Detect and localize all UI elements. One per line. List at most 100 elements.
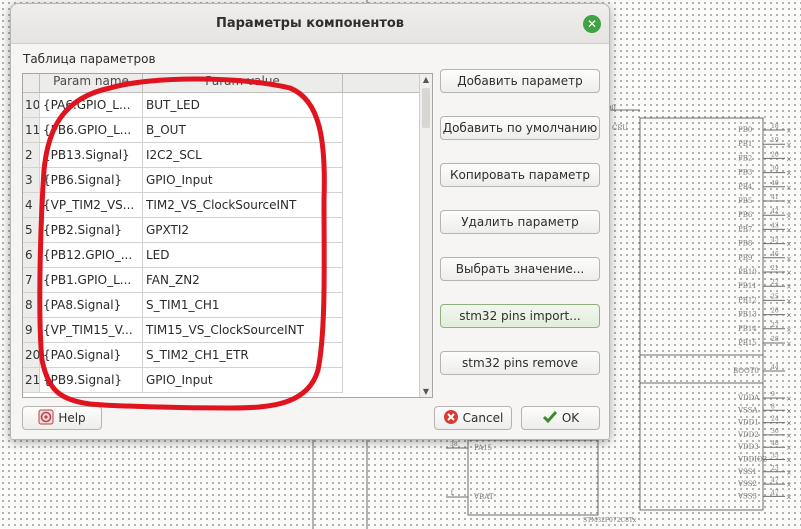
dialog-titlebar[interactable]: Параметры компонентов ✕ bbox=[11, 4, 609, 44]
schematic-pin-number: 36 bbox=[771, 428, 779, 435]
delete-param-button[interactable]: Удалить параметр bbox=[440, 210, 600, 234]
param-name-cell[interactable]: {PB2.Signal} bbox=[40, 218, 143, 243]
row-number: 6 bbox=[23, 243, 40, 268]
row-number: 21 bbox=[23, 368, 40, 393]
param-value-cell[interactable]: GPXTI2 bbox=[143, 218, 343, 243]
copy-param-button[interactable]: Копировать параметр bbox=[440, 163, 600, 187]
param-name-cell[interactable]: {VP_TIM2_VS... bbox=[40, 193, 143, 218]
param-name-cell[interactable]: {PA0.Signal} bbox=[40, 343, 143, 368]
param-name-cell[interactable]: {PA8.Signal} bbox=[40, 293, 143, 318]
schematic-pin-label: PB9 bbox=[738, 254, 752, 262]
table-row[interactable]: 2 {PB13.Signal} I2C2_SCL bbox=[23, 143, 421, 168]
schematic-cpu-label: CPU bbox=[612, 124, 628, 132]
stm32-pins-import-button[interactable]: stm32 pins import... bbox=[440, 304, 600, 328]
table-row[interactable]: 6 {PB12.GPIO_... LED bbox=[23, 243, 421, 268]
ok-button[interactable]: OK bbox=[521, 406, 600, 430]
param-value-cell[interactable]: GPIO_Input bbox=[143, 368, 343, 393]
no-connect-icon: × bbox=[786, 457, 792, 465]
param-value-cell[interactable]: S_TIM2_CH1_ETR bbox=[143, 343, 343, 368]
schematic-pin-label: VDD2 bbox=[737, 431, 759, 439]
grid-vertical-scrollbar[interactable]: ▲ ▼ bbox=[419, 74, 432, 397]
no-connect-icon: × bbox=[786, 444, 792, 452]
schematic-pin-number: 35 bbox=[771, 453, 779, 460]
table-row[interactable]: 10 {PA6.GPIO_L... BUT_LED bbox=[23, 93, 421, 118]
no-connect-icon: × bbox=[786, 283, 792, 291]
schematic-pin-label: PB1 bbox=[738, 140, 752, 148]
param-name-cell[interactable]: {PB6.GPIO_L... bbox=[40, 118, 143, 143]
table-row[interactable]: 3 {PB6.Signal} GPIO_Input bbox=[23, 168, 421, 193]
param-value-cell[interactable]: TIM2_VS_ClockSourceINT bbox=[143, 193, 343, 218]
row-number: 8 bbox=[23, 293, 40, 318]
schematic-pin-label: VSS2 bbox=[737, 480, 757, 488]
schematic-pin-number: 48 bbox=[771, 440, 779, 447]
param-name-cell[interactable]: {VP_TIM15_V... bbox=[40, 318, 143, 343]
table-row[interactable]: 5 {PB2.Signal} GPXTI2 bbox=[23, 218, 421, 243]
param-name-cell[interactable]: {PB13.Signal} bbox=[40, 143, 143, 168]
param-value-cell[interactable]: BUT_LED bbox=[143, 93, 343, 118]
schematic-pin-label: VSS3 bbox=[737, 492, 757, 500]
schematic-pin-number: 38 bbox=[450, 441, 458, 448]
row-number: 4 bbox=[23, 193, 40, 218]
schematic-pin-number: 45 bbox=[771, 237, 779, 244]
schematic-pin-label: VSSA bbox=[737, 406, 759, 414]
param-value-cell[interactable]: S_TIM1_CH1 bbox=[143, 293, 343, 318]
param-value-cell[interactable]: GPIO_Input bbox=[143, 168, 343, 193]
ok-label: OK bbox=[561, 411, 580, 425]
no-connect-icon: × bbox=[786, 469, 792, 477]
add-default-button[interactable]: Добавить по умолчанию bbox=[440, 116, 600, 140]
table-row[interactable]: 20 {PA0.Signal} S_TIM2_CH1_ETR bbox=[23, 343, 421, 368]
cancel-label: Cancel bbox=[462, 411, 504, 425]
no-connect-icon: × bbox=[786, 432, 792, 440]
schematic-pin-label: VDDA bbox=[737, 394, 760, 402]
table-row[interactable]: 7 {PB1.GPIO_L... FAN_ZN2 bbox=[23, 268, 421, 293]
no-connect-icon: × bbox=[786, 155, 792, 163]
param-name-cell[interactable]: {PA6.GPIO_L... bbox=[40, 93, 143, 118]
row-number: 2 bbox=[23, 143, 40, 168]
stm32-pins-remove-button[interactable]: stm32 pins remove bbox=[440, 351, 600, 375]
table-row[interactable]: 21 {PB9.Signal} GPIO_Input bbox=[23, 368, 421, 393]
no-connect-icon: × bbox=[786, 312, 792, 320]
table-row[interactable]: 11 {PB6.GPIO_L... B_OUT bbox=[23, 118, 421, 143]
table-row[interactable]: 8 {PA8.Signal} S_TIM1_CH1 bbox=[23, 293, 421, 318]
row-number: 20 bbox=[23, 343, 40, 368]
schematic-pin-number: 43 bbox=[771, 222, 779, 229]
schematic-pin-label: VDD1 bbox=[737, 419, 759, 427]
cancel-button[interactable]: Cancel bbox=[434, 406, 512, 430]
no-connect-icon: × bbox=[786, 170, 792, 178]
table-row[interactable]: 9 {VP_TIM15_V... TIM15_VS_ClockSourceINT bbox=[23, 318, 421, 343]
param-value-cell[interactable]: LED bbox=[143, 243, 343, 268]
schematic-pin-label: PB6 bbox=[738, 211, 753, 219]
schematic-pin-number: 1 bbox=[450, 490, 454, 497]
schematic-boot-label: BOOT0 bbox=[733, 367, 759, 375]
choose-value-button[interactable]: Выбрать значение... bbox=[440, 257, 600, 281]
help-button[interactable]: Help bbox=[22, 406, 102, 430]
params-grid[interactable]: Param name Param value 10 {PA6.GPIO_L... B… bbox=[22, 73, 433, 398]
scroll-down-icon[interactable]: ▼ bbox=[420, 387, 432, 396]
param-name-cell[interactable]: {PB9.Signal} bbox=[40, 368, 143, 393]
close-icon[interactable]: ✕ bbox=[583, 15, 601, 33]
schematic-pin-number: 21 bbox=[771, 265, 779, 272]
table-row[interactable]: 4 {VP_TIM2_VS... TIM2_VS_ClockSourceINT bbox=[23, 193, 421, 218]
param-name-cell[interactable]: {PB6.Signal} bbox=[40, 168, 143, 193]
scroll-up-icon[interactable]: ▲ bbox=[420, 75, 432, 84]
help-icon bbox=[38, 409, 54, 425]
param-value-cell[interactable]: I2C2_SCL bbox=[143, 143, 343, 168]
param-value-cell[interactable]: FAN_ZN2 bbox=[143, 268, 343, 293]
param-name-cell[interactable]: {PB1.GPIO_L... bbox=[40, 268, 143, 293]
schematic-pin-label: VSS1 bbox=[737, 468, 757, 476]
param-value-cell[interactable]: B_OUT bbox=[143, 118, 343, 143]
schematic-pin-number: 9 bbox=[771, 391, 775, 398]
schematic-pin-label: PB8 bbox=[738, 240, 752, 248]
schematic-part-name: STM32F072C8Tx bbox=[583, 517, 637, 524]
col-header-param-name[interactable]: Param name bbox=[40, 74, 143, 93]
row-number: 7 bbox=[23, 268, 40, 293]
schematic-pin-number: 25 bbox=[771, 293, 779, 300]
schematic-pin-number: 28 bbox=[771, 336, 779, 343]
no-connect-icon: × bbox=[786, 340, 792, 348]
scroll-thumb[interactable] bbox=[422, 88, 430, 128]
col-header-param-value[interactable]: Param value bbox=[143, 74, 343, 93]
schematic-pin-label: PB7 bbox=[738, 225, 752, 233]
add-param-button[interactable]: Добавить параметр bbox=[440, 69, 600, 93]
param-value-cell[interactable]: TIM15_VS_ClockSourceINT bbox=[143, 318, 343, 343]
param-name-cell[interactable]: {PB12.GPIO_... bbox=[40, 243, 143, 268]
